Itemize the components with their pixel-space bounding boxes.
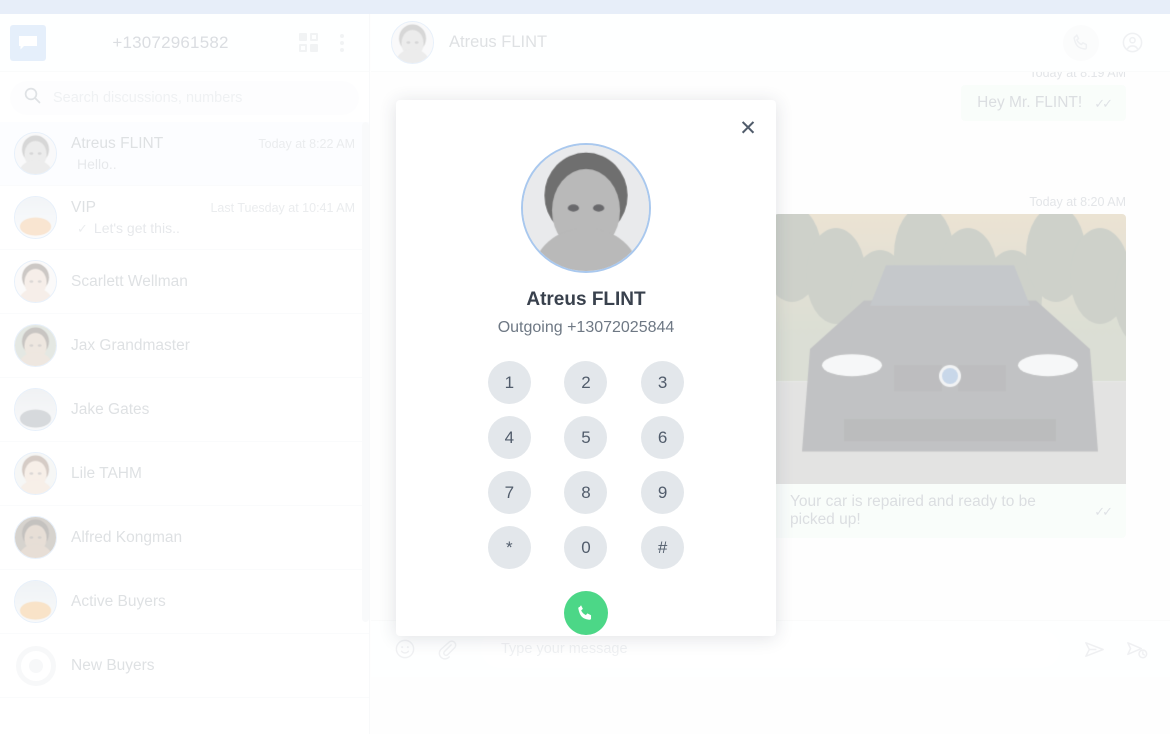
messaging-app: +13072961582 Search discussions, numbers…: [0, 0, 1170, 734]
dialpad-key-2[interactable]: 2: [564, 361, 608, 404]
dialpad-key-hash[interactable]: #: [641, 526, 685, 569]
dialpad-key-4[interactable]: 4: [487, 416, 531, 459]
dialpad-key-7[interactable]: 7: [487, 471, 531, 514]
call-contact-avatar: [521, 143, 651, 273]
dialpad: 1 2 3 4 5 6 7 8 9 * 0 #: [471, 361, 701, 569]
dialpad-key-3[interactable]: 3: [641, 361, 685, 404]
dialpad-key-6[interactable]: 6: [641, 416, 685, 459]
dialpad-key-star[interactable]: *: [487, 526, 531, 569]
dialpad-key-5[interactable]: 5: [564, 416, 608, 459]
call-status-text: Outgoing +13072025844: [497, 319, 675, 336]
call-button[interactable]: [564, 591, 608, 635]
dialpad-key-1[interactable]: 1: [487, 361, 531, 404]
call-contact-name: Atreus FLINT: [526, 289, 646, 310]
dialpad-key-0[interactable]: 0: [564, 526, 608, 569]
close-x-icon[interactable]: ✕: [734, 114, 762, 142]
outgoing-call-modal: ✕ Atreus FLINT Outgoing +13072025844 123…: [396, 100, 776, 636]
dialpad-key-8[interactable]: 8: [564, 471, 608, 514]
dialpad-key-9[interactable]: 9: [641, 471, 685, 514]
